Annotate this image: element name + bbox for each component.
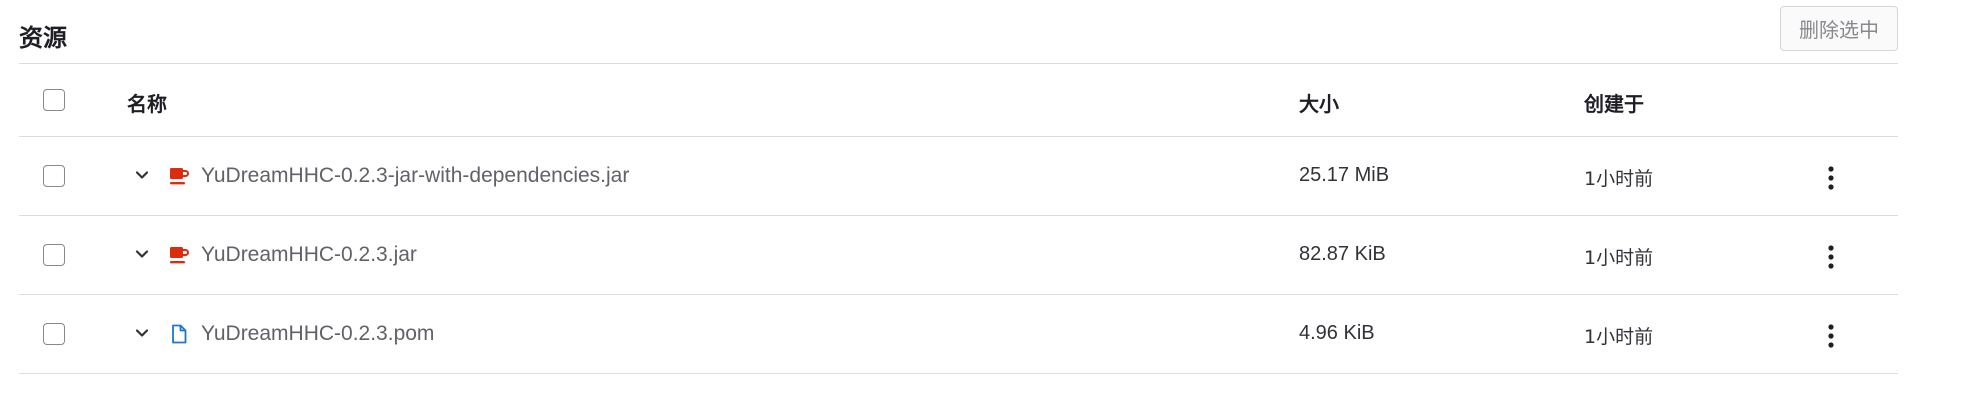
- chevron-down-icon[interactable]: [132, 323, 152, 343]
- file-size: 82.87 KiB: [1299, 243, 1386, 265]
- row-checkbox[interactable]: [43, 165, 65, 187]
- more-actions-icon[interactable]: [1819, 321, 1843, 351]
- column-header-name: 名称: [127, 92, 167, 116]
- table-header-row: 名称 大小 创建于: [19, 64, 1898, 137]
- more-actions-icon[interactable]: [1819, 242, 1843, 272]
- document-icon: [172, 324, 187, 344]
- table-row: YuDreamHHC-0.2.3-jar-with-dependencies.j…: [19, 137, 1898, 216]
- file-name-link[interactable]: YuDreamHHC-0.2.3.jar: [201, 243, 417, 267]
- assets-section: 资源 删除选中 名称 大小 创建于 YuDreamHHC-0.2.3-jar-w…: [19, 0, 1898, 374]
- file-created-time: 1小时前: [1584, 247, 1654, 269]
- file-created-time: 1小时前: [1584, 326, 1654, 348]
- row-checkbox[interactable]: [43, 244, 65, 266]
- file-size: 4.96 KiB: [1299, 322, 1375, 344]
- column-header-size: 大小: [1299, 92, 1339, 116]
- row-checkbox[interactable]: [43, 323, 65, 345]
- jar-icon: [170, 247, 189, 264]
- section-header: 资源 删除选中: [19, 0, 1898, 64]
- chevron-down-icon[interactable]: [132, 165, 152, 185]
- file-size: 25.17 MiB: [1299, 164, 1390, 186]
- table-row: YuDreamHHC-0.2.3.pom 4.96 KiB 1小时前: [19, 295, 1898, 374]
- table-row: YuDreamHHC-0.2.3.jar 82.87 KiB 1小时前: [19, 216, 1898, 295]
- chevron-down-icon[interactable]: [132, 244, 152, 264]
- delete-selected-button[interactable]: 删除选中: [1780, 6, 1898, 51]
- more-actions-icon[interactable]: [1819, 163, 1843, 193]
- section-title: 资源: [19, 25, 67, 52]
- select-all-checkbox[interactable]: [43, 89, 65, 111]
- column-header-created: 创建于: [1584, 92, 1644, 116]
- file-created-time: 1小时前: [1584, 168, 1654, 190]
- file-name-link[interactable]: YuDreamHHC-0.2.3.pom: [201, 322, 434, 346]
- jar-icon: [170, 168, 189, 185]
- file-name-link[interactable]: YuDreamHHC-0.2.3-jar-with-dependencies.j…: [201, 164, 629, 188]
